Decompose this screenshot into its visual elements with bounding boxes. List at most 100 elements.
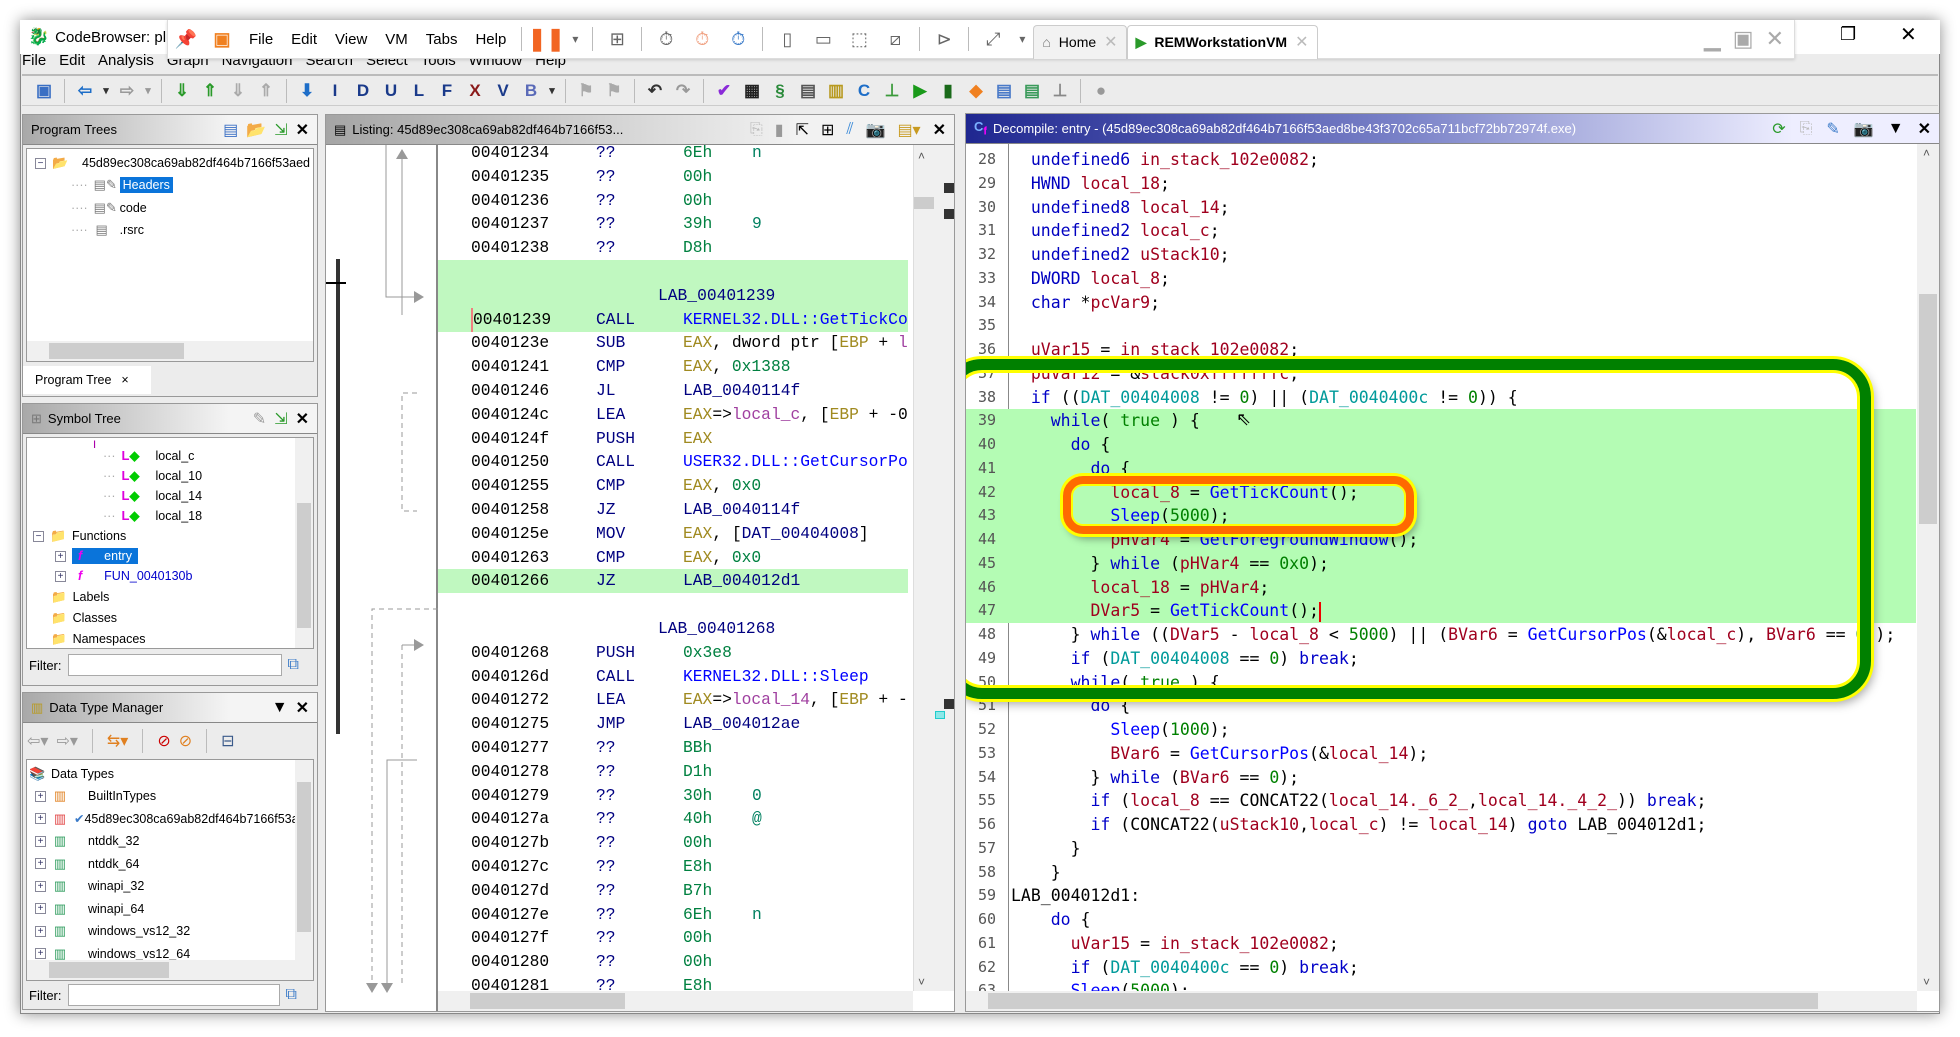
vm-maximize-icon[interactable]: ▣ bbox=[1733, 26, 1754, 52]
token-variable[interactable]: local_c bbox=[1667, 625, 1737, 644]
code-line[interactable]: char *pcVar9; bbox=[1011, 291, 1916, 315]
scroll-thumb[interactable] bbox=[1919, 294, 1937, 524]
function-graph-icon[interactable]: § bbox=[768, 79, 792, 103]
operand-num[interactable]: 0x0 bbox=[732, 476, 761, 495]
mnemonic[interactable]: JMP bbox=[596, 712, 625, 736]
snapshot-icon[interactable]: 📷 bbox=[1854, 119, 1874, 139]
close-icon[interactable]: ✕ bbox=[1900, 22, 1917, 47]
function-item[interactable]: + f entry bbox=[55, 546, 138, 566]
token-keyword[interactable]: goto bbox=[1528, 815, 1568, 834]
mnemonic[interactable]: CALL bbox=[596, 308, 635, 332]
operand-num[interactable]: 00h bbox=[683, 952, 712, 971]
code-line[interactable]: local_8 = GetTickCount(); bbox=[1011, 481, 1916, 505]
token-variable[interactable]: pHVar4 bbox=[1110, 530, 1170, 549]
dropdown-icon[interactable]: ▾ bbox=[1016, 26, 1028, 52]
operand-var[interactable]: local_8 bbox=[898, 333, 908, 352]
code-line[interactable]: DWORD local_8; bbox=[1011, 267, 1916, 291]
token-constant[interactable]: 5000 bbox=[1349, 625, 1389, 644]
code-label[interactable]: LAB_00401239 bbox=[658, 284, 775, 308]
address[interactable]: 0040127c bbox=[471, 855, 549, 879]
expand-icon[interactable]: + bbox=[35, 790, 46, 802]
decompiler-horizontal-scrollbar[interactable] bbox=[966, 991, 1917, 1011]
data-type-archive[interactable]: + ▥ ntddk_32 bbox=[35, 831, 139, 851]
restore-icon[interactable]: ❐ bbox=[1840, 24, 1856, 45]
back-icon[interactable]: ⇦ bbox=[73, 79, 97, 103]
address[interactable]: 0040127d bbox=[471, 879, 549, 903]
operand-num[interactable]: 00h bbox=[683, 928, 712, 947]
token-variable[interactable]: BVar6 bbox=[1180, 768, 1230, 787]
listing-row[interactable]: 0040125e MOV EAX, [DAT_00404008] bbox=[438, 522, 908, 546]
token-variable[interactable]: uVar15 bbox=[1071, 934, 1131, 953]
code-line[interactable]: if (DAT_0040400c == 0) break; bbox=[1011, 956, 1916, 980]
mnemonic[interactable]: JZ bbox=[596, 498, 616, 522]
token-type[interactable]: undefined2 bbox=[1031, 221, 1130, 240]
token-constant[interactable]: 0 bbox=[1269, 768, 1279, 787]
mnemonic[interactable]: ?? bbox=[596, 736, 616, 760]
code-line[interactable]: if (local_8 == CONCAT22(local_14._6_2_,l… bbox=[1011, 789, 1916, 813]
code-line[interactable]: BVar6 = GetCursorPos(&local_14); bbox=[1011, 742, 1916, 766]
dropdown-icon[interactable]: ▾ bbox=[569, 26, 581, 52]
cursor-icon[interactable]: ⇱ bbox=[796, 120, 809, 140]
prev-highlight-icon[interactable]: ⇑ bbox=[254, 79, 278, 103]
listing-row[interactable]: 00401236?? 00h bbox=[438, 189, 908, 213]
token-keyword[interactable]: break bbox=[1647, 791, 1697, 810]
refresh-icon[interactable]: ⟳ bbox=[1772, 119, 1785, 139]
filter-options-icon[interactable]: ⧉ bbox=[288, 656, 299, 674]
listing-row[interactable]: 00401237?? 39h 9 bbox=[438, 212, 908, 236]
token-constant[interactable]: 0 bbox=[1269, 649, 1279, 668]
code-line[interactable]: uVar15 = in_stack_102e0082; bbox=[1011, 932, 1916, 956]
token-type[interactable]: char bbox=[1031, 293, 1071, 312]
tree-root[interactable]: 45d89ec308ca69ab82df464b7166f53aed bbox=[82, 156, 310, 170]
address[interactable]: 00401280 bbox=[471, 950, 549, 974]
operand-fn[interactable]: USER32.DLL::GetCursorPos bbox=[683, 452, 908, 471]
token-constant[interactable]: true bbox=[1140, 673, 1180, 692]
next-non-function-icon[interactable]: X bbox=[463, 79, 487, 103]
filter-off-icon[interactable]: ⊘ bbox=[157, 731, 170, 751]
token-variable[interactable]: local_18 bbox=[1081, 174, 1160, 193]
code-line[interactable]: pHVar4 = GetForegroundWindow(); bbox=[1011, 528, 1916, 552]
token-global[interactable]: DAT_00404008 bbox=[1110, 649, 1229, 668]
table-icon[interactable]: ▤ bbox=[992, 79, 1016, 103]
token-keyword[interactable]: while bbox=[1051, 411, 1101, 430]
address[interactable]: 0040124c bbox=[471, 403, 549, 427]
code-line[interactable]: Sleep(1000); bbox=[1011, 718, 1916, 742]
vertical-scrollbar[interactable] bbox=[295, 760, 313, 960]
options-icon[interactable]: ▤▾ bbox=[897, 120, 920, 140]
menu-analysis[interactable]: Analysis bbox=[98, 52, 154, 74]
next-undefined-icon[interactable]: U bbox=[379, 79, 403, 103]
tab-program-tree[interactable]: Program Tree × bbox=[23, 366, 151, 394]
symbol-folder[interactable]: 📁 Namespaces bbox=[51, 629, 146, 648]
address[interactable]: 00401272 bbox=[471, 688, 549, 712]
code-line[interactable]: } bbox=[1011, 861, 1916, 885]
operand-var[interactable]: local_c bbox=[732, 405, 800, 424]
tree-root[interactable]: Data Types bbox=[51, 767, 114, 781]
code-line[interactable]: } bbox=[1011, 837, 1916, 861]
code-line[interactable]: undefined6 in_stack_102e0082; bbox=[1011, 148, 1916, 172]
token-constant[interactable]: 0 bbox=[1269, 958, 1279, 977]
address[interactable]: 00401278 bbox=[471, 760, 549, 784]
listing-row[interactable]: 00401258 JZ LAB_0040114f bbox=[438, 498, 908, 522]
stretch-icon[interactable]: ⤢ bbox=[980, 26, 1006, 52]
mnemonic[interactable]: ?? bbox=[596, 950, 616, 974]
data-type-icon[interactable]: ▥ bbox=[824, 79, 848, 103]
mnemonic[interactable]: ?? bbox=[596, 807, 616, 831]
functions-folder[interactable]: − 📁 Functions bbox=[33, 526, 126, 546]
token-function[interactable]: GetTickCount bbox=[1210, 483, 1329, 502]
expand-icon[interactable]: + bbox=[35, 858, 46, 869]
mnemonic[interactable]: ?? bbox=[596, 760, 616, 784]
close-icon[interactable]: ✕ bbox=[1918, 119, 1931, 139]
code-line[interactable]: } while ((DVar5 - local_8 < 5000) || (BV… bbox=[1011, 623, 1916, 647]
token-keyword[interactable]: break bbox=[1299, 649, 1349, 668]
code-line[interactable]: if (DAT_00404008 == 0) break; bbox=[1011, 647, 1916, 671]
symbol-folder[interactable]: 📁 Classes bbox=[51, 608, 117, 628]
open-folder-icon[interactable]: 📂 bbox=[246, 120, 266, 140]
token-variable[interactable]: pHVar4 bbox=[1180, 554, 1240, 573]
bytes-icon[interactable]: ▦ bbox=[740, 79, 764, 103]
next-function-icon[interactable]: F bbox=[435, 79, 459, 103]
token-variable[interactable]: DVar5 bbox=[1170, 625, 1220, 644]
code-line[interactable]: do { bbox=[1011, 433, 1916, 457]
listing-row[interactable]: 0040123e SUB EAX, dword ptr [EBP + local_8… bbox=[438, 331, 908, 355]
address[interactable]: 00401236 bbox=[471, 189, 549, 213]
horizontal-scrollbar[interactable] bbox=[27, 341, 313, 361]
address[interactable]: 00401246 bbox=[471, 379, 549, 403]
